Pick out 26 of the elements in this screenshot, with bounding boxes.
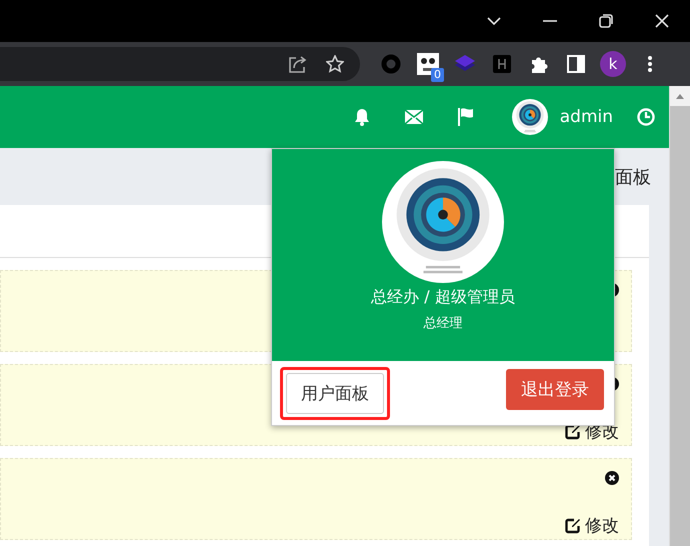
menu-icon[interactable] xyxy=(648,56,652,72)
logout-button[interactable]: 退出登录 xyxy=(506,368,604,410)
minimize-icon[interactable] xyxy=(543,20,557,22)
edit-link[interactable]: 修改 xyxy=(585,514,620,537)
envelope-icon[interactable] xyxy=(404,110,423,124)
restore-icon[interactable] xyxy=(599,14,613,28)
bell-icon[interactable] xyxy=(354,108,370,126)
department-role: 总经办 / 超级管理员 xyxy=(371,287,515,308)
close-icon[interactable] xyxy=(655,14,669,28)
breadcrumb-text: 面板 xyxy=(615,166,652,188)
position-title: 总经理 xyxy=(424,315,462,332)
user-panel-button[interactable]: 用户面板 xyxy=(286,372,384,414)
flag-icon[interactable] xyxy=(458,108,474,126)
chevron-down-icon[interactable] xyxy=(487,17,501,25)
profile-avatar[interactable]: k xyxy=(600,51,626,77)
h-square-icon[interactable] xyxy=(493,55,511,73)
star-icon[interactable] xyxy=(326,55,344,73)
extension-badge: 0 xyxy=(431,68,444,82)
close-icon[interactable] xyxy=(605,471,620,485)
side-panel-icon[interactable] xyxy=(567,55,585,73)
clock-icon[interactable] xyxy=(637,108,656,126)
edit-icon xyxy=(565,424,582,440)
scrollbar[interactable] xyxy=(669,86,690,546)
edit-icon xyxy=(565,518,582,534)
share-icon[interactable] xyxy=(288,55,308,73)
scroll-up-icon[interactable] xyxy=(676,94,684,98)
